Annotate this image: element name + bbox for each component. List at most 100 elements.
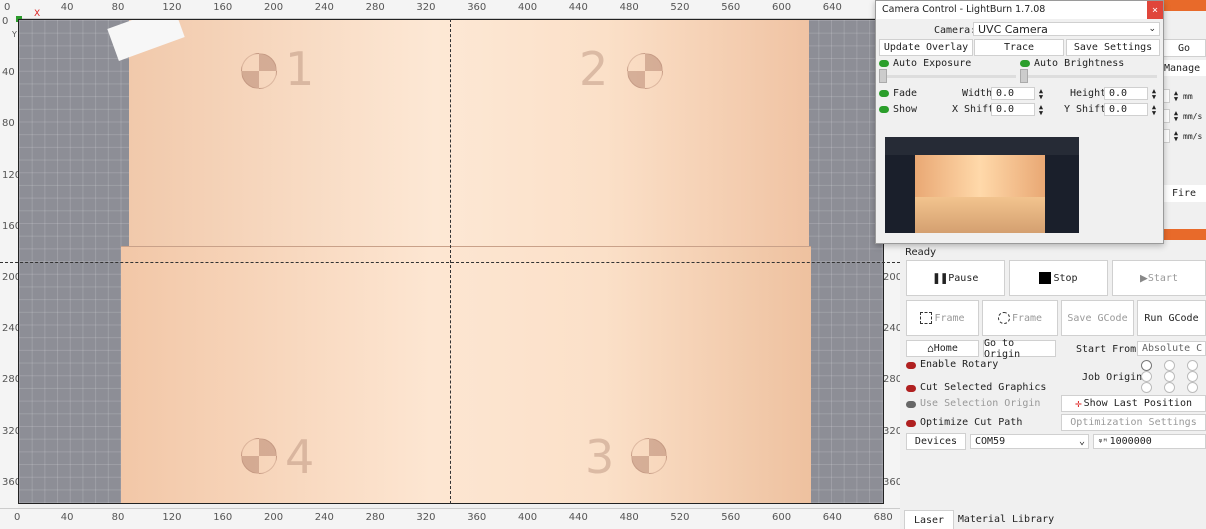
frame1-label: Frame [934, 312, 965, 324]
frame-circle-icon [997, 312, 1010, 324]
ruler-tick-top: 120 [162, 2, 182, 13]
ruler-tick-bottom: 560 [721, 512, 741, 523]
start-from-select[interactable]: Absolute C [1137, 341, 1206, 356]
height-field[interactable]: 0.0 [1104, 87, 1148, 100]
preview-paper-bottom [915, 197, 1045, 233]
spin-icon[interactable]: ▲ ▼ [1150, 88, 1158, 101]
spin-icon[interactable]: ▲ ▼ [1172, 130, 1180, 143]
run-gcode-button[interactable]: Run GCode [1137, 300, 1206, 336]
yshift-field[interactable]: 0.0 [1104, 103, 1148, 116]
cut-selected-toggle[interactable] [906, 385, 916, 392]
spin-icon[interactable]: ▲ ▼ [1172, 90, 1180, 103]
devices-button[interactable]: Devices [906, 433, 966, 450]
ruler-tick-bottom: 400 [518, 512, 538, 523]
home-button[interactable]: ⌂ Home [906, 340, 979, 357]
auto-brightness-toggle[interactable] [1020, 60, 1030, 67]
spin-icon[interactable]: ▲ ▼ [1037, 88, 1045, 101]
pause-label: Pause [948, 272, 979, 284]
job-origin-radio-bl[interactable] [1141, 382, 1152, 393]
home-label: Home [933, 343, 958, 354]
job-origin-radio-mr[interactable] [1187, 371, 1198, 382]
tab-material-library[interactable]: Material Library [956, 510, 1056, 528]
go-button[interactable]: Go [1162, 39, 1206, 57]
ruler-tick-top: 240 [314, 2, 334, 13]
ruler-tick-top: 80 [111, 2, 125, 13]
y-axis-label: Y [12, 30, 17, 39]
job-origin-radio-ml[interactable] [1141, 371, 1152, 382]
ruler-tick-bottom: 520 [670, 512, 690, 523]
spin-icon[interactable]: ▲ ▼ [1172, 110, 1180, 123]
save-gcode-button[interactable]: Save GCode [1061, 300, 1134, 336]
calibration-target-3 [631, 438, 667, 474]
camera-select[interactable]: UVC Camera ⌄ [973, 22, 1160, 36]
go-to-origin-button[interactable]: Go to Origin [983, 338, 1056, 360]
close-icon[interactable]: × [1147, 1, 1163, 19]
show-toggle[interactable] [879, 106, 889, 113]
width-field[interactable]: 0.0 [991, 87, 1035, 100]
frame-button-circle[interactable]: Frame [982, 300, 1058, 336]
paper-top [129, 20, 809, 250]
auto-exposure-toggle[interactable] [879, 60, 889, 67]
ruler-tick-bottom: 320 [416, 512, 436, 523]
panel-header-laser [1162, 229, 1206, 240]
brightness-slider-thumb[interactable] [1020, 69, 1028, 83]
update-overlay-button[interactable]: Update Overlay [879, 39, 973, 56]
fire-button[interactable]: Fire [1162, 185, 1206, 202]
unit-2: mm/s [1183, 112, 1203, 121]
ruler-tick-bottom: 200 [264, 512, 284, 523]
ruler-tick-bottom: 80 [111, 512, 125, 523]
dialog-title: Camera Control - LightBurn 1.7.08 [882, 4, 1046, 15]
ruler-tick-top: 200 [264, 2, 284, 13]
save-settings-button[interactable]: Save Settings [1066, 39, 1160, 56]
width-value: 0.0 [996, 88, 1015, 99]
yshift-label: Y Shift [1064, 104, 1107, 115]
start-button[interactable]: ▶ Start [1112, 260, 1206, 296]
marker-3: 3 [585, 430, 615, 484]
frame-rect-icon [920, 312, 933, 324]
trace-button[interactable]: Trace [974, 39, 1064, 56]
chevron-down-icon: ⌄ [1078, 436, 1085, 447]
stop-button[interactable]: Stop [1009, 260, 1108, 296]
ruler-tick-bottom: 640 [822, 512, 842, 523]
job-origin-radio-tc[interactable] [1164, 360, 1175, 371]
ruler-tick-top: 160 [213, 2, 233, 13]
optimization-settings-button[interactable]: Optimization Settings [1061, 414, 1206, 431]
ruler-tick-top: 480 [619, 2, 639, 13]
baud-value: 1000000 [1109, 436, 1152, 447]
manage-button[interactable]: Manage [1162, 60, 1206, 76]
ruler-tick-bottom: 440 [568, 512, 588, 523]
dialog-titlebar: Camera Control - LightBurn 1.7.08 × [876, 1, 1163, 19]
pause-icon: ❚❚ [932, 270, 949, 286]
job-origin-radio-mc[interactable] [1164, 371, 1175, 382]
camera-preview [885, 137, 1079, 233]
brightness-slider[interactable] [1020, 75, 1157, 78]
baud-select[interactable]: ᵠᴹ 1000000 [1093, 434, 1206, 449]
job-origin-radio-tr[interactable] [1187, 360, 1198, 371]
xshift-field[interactable]: 0.0 [991, 103, 1035, 116]
use-selection-origin-label: Use Selection Origin [920, 398, 1041, 409]
frame-button-rect[interactable]: Frame [906, 300, 979, 336]
spin-icon[interactable]: ▲ ▼ [1037, 104, 1045, 117]
ruler-tick-top: 560 [721, 2, 741, 13]
fade-toggle[interactable] [879, 90, 889, 97]
spin-icon[interactable]: ▲ ▼ [1150, 104, 1158, 117]
pause-button[interactable]: ❚❚ Pause [906, 260, 1005, 296]
enable-rotary-toggle[interactable] [906, 362, 916, 369]
home-icon: ⌂ [927, 342, 934, 355]
job-origin-radio-tl[interactable] [1141, 360, 1152, 371]
ruler-tick-bottom: 0 [14, 512, 21, 523]
start-from-value: Absolute C [1142, 343, 1203, 354]
show-last-position-button[interactable]: ✛ Show Last Position [1061, 395, 1206, 412]
paper-bottom [121, 246, 811, 503]
job-origin-radio-bc[interactable] [1164, 382, 1175, 393]
calibration-target-4 [241, 438, 277, 474]
job-origin-radio-br[interactable] [1187, 382, 1198, 393]
exposure-slider-thumb[interactable] [879, 69, 887, 83]
start-from-label: Start From: [1076, 344, 1143, 355]
use-selection-origin-toggle[interactable] [906, 401, 916, 408]
port-select[interactable]: COM59 ⌄ [970, 434, 1089, 449]
tab-laser[interactable]: Laser [904, 510, 954, 529]
exposure-slider[interactable] [879, 75, 1016, 78]
camera-value: UVC Camera [978, 22, 1048, 36]
optimize-cut-path-toggle[interactable] [906, 420, 916, 427]
